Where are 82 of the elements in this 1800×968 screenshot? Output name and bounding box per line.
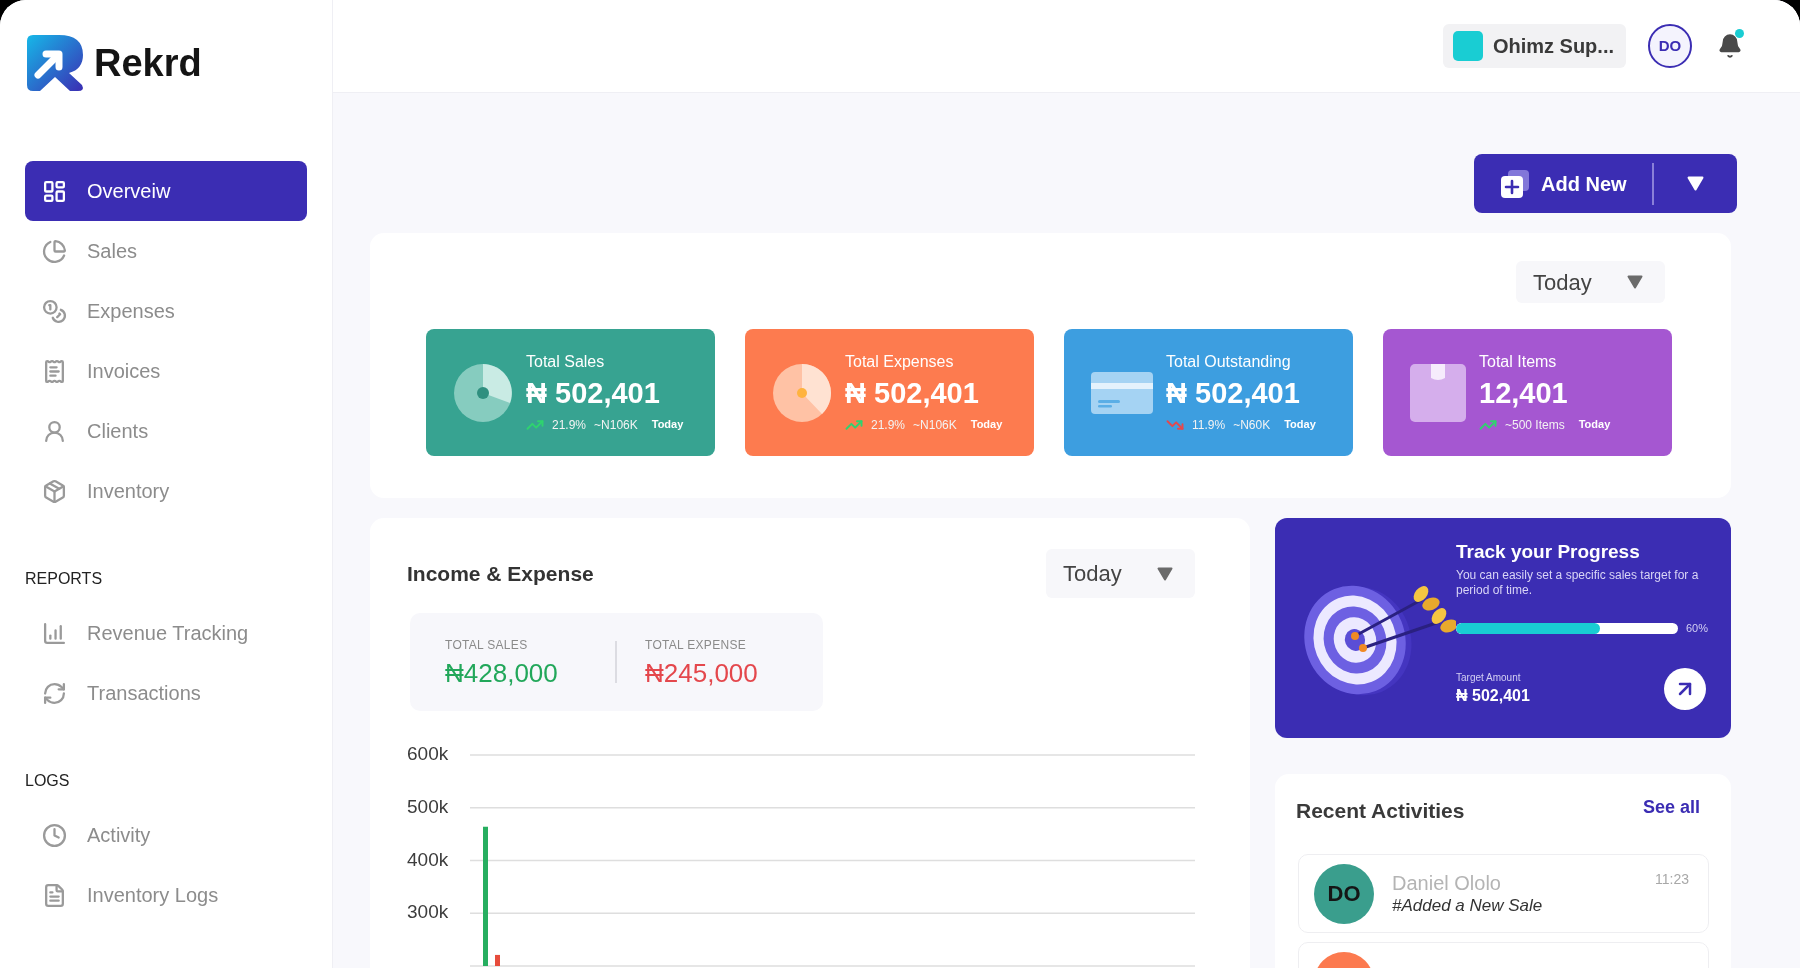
add-icon bbox=[1500, 168, 1530, 199]
target-value: ₦ 502,401 bbox=[1456, 686, 1530, 706]
nav-item[interactable]: Inventory Logs bbox=[25, 865, 307, 925]
period-dropdown[interactable]: Today bbox=[1046, 549, 1195, 598]
y-axis-label: 500k bbox=[407, 795, 449, 817]
workspace-logo-icon bbox=[1452, 31, 1483, 61]
package-icon bbox=[42, 478, 67, 504]
stat-title: Total Items bbox=[1479, 351, 1557, 372]
stat-value: ₦ 502,401 bbox=[845, 375, 979, 410]
bell-icon bbox=[1717, 33, 1743, 59]
period-dropdown[interactable]: Today bbox=[1516, 261, 1665, 303]
stat-title: Total Outstanding bbox=[1166, 351, 1291, 372]
summary-label: TOTAL SALES bbox=[445, 637, 528, 654]
nav-item[interactable]: Overveiw bbox=[25, 161, 307, 221]
action-text: #Added a New Sale bbox=[1392, 895, 1543, 916]
section-heading: REPORTS bbox=[25, 569, 103, 589]
receipt-icon bbox=[42, 358, 67, 384]
caret-icon bbox=[1627, 275, 1643, 289]
see-all-link[interactable]: See all bbox=[1642, 796, 1700, 818]
stat-change: 21.9% bbox=[552, 416, 587, 434]
stat-change: 11.9% bbox=[1192, 416, 1226, 434]
panel-title: Recent Activities bbox=[1296, 798, 1465, 824]
caret-icon bbox=[1687, 176, 1704, 191]
nav-item[interactable]: Transactions bbox=[25, 663, 307, 723]
chart-bar bbox=[495, 954, 500, 966]
progress-description: You can easily set a specific sales target for a period of time. bbox=[1456, 568, 1700, 598]
progress-percent: 60% bbox=[1686, 621, 1709, 636]
logo-icon bbox=[25, 33, 85, 93]
stat-period: Today bbox=[1284, 417, 1316, 433]
donut-chart-icon bbox=[453, 362, 513, 423]
user-avatar[interactable]: DO bbox=[1648, 24, 1692, 68]
stat-title: Total Sales bbox=[526, 351, 605, 372]
nav-item[interactable]: Revenue Tracking bbox=[25, 603, 307, 663]
stat-delta: ~500 Items bbox=[1505, 416, 1565, 434]
section-heading: LOGS bbox=[25, 771, 70, 791]
stat-value: 12,401 bbox=[1479, 375, 1568, 410]
y-axis-label: 400k bbox=[407, 848, 449, 870]
summary-label: TOTAL EXPENSE bbox=[645, 637, 747, 654]
add-new-button[interactable]: Add New bbox=[1474, 154, 1652, 213]
coins-icon bbox=[42, 298, 67, 324]
avatar: DO bbox=[1314, 863, 1374, 924]
clock-icon bbox=[42, 822, 67, 848]
open-target-button[interactable] bbox=[1664, 667, 1706, 710]
entry-time: 11:23 bbox=[1655, 870, 1689, 889]
stat-period: Today bbox=[970, 417, 1003, 433]
y-axis-label: 300k bbox=[407, 901, 449, 923]
add-new-menu-button[interactable] bbox=[1654, 154, 1737, 213]
document-icon bbox=[42, 882, 67, 908]
stat-change: 21.9% bbox=[871, 416, 906, 434]
stat-value: ₦ 502,401 bbox=[526, 375, 660, 410]
caret-icon bbox=[1157, 566, 1173, 581]
dashboard-icon bbox=[42, 178, 67, 204]
summary-value: ₦245,000 bbox=[645, 658, 758, 688]
box-icon bbox=[1410, 363, 1466, 422]
credit-card-icon bbox=[1091, 371, 1153, 414]
bar-chart-icon bbox=[42, 620, 67, 646]
panel-title: Income & Expense bbox=[407, 560, 594, 587]
refresh-icon bbox=[42, 680, 67, 706]
target-label: Target Amount bbox=[1456, 671, 1521, 684]
user-name: Daniel Ololo bbox=[1392, 871, 1501, 895]
stat-period: Today bbox=[651, 417, 684, 433]
nav-item[interactable]: Inventory bbox=[25, 461, 307, 521]
stat-value: ₦ 502,401 bbox=[1166, 375, 1300, 410]
nav-item[interactable]: Clients bbox=[25, 401, 307, 461]
stat-delta: ~N106K bbox=[913, 416, 957, 434]
nav-item[interactable]: Expenses bbox=[25, 281, 307, 341]
pie-chart-icon bbox=[42, 238, 67, 264]
stat-period: Today bbox=[1578, 417, 1611, 433]
nav-item[interactable]: Activity bbox=[25, 805, 307, 865]
progress-title: Track your Progress bbox=[1456, 540, 1640, 563]
nav-item[interactable]: Sales bbox=[25, 221, 307, 281]
stat-delta: ~N60K bbox=[1233, 416, 1271, 434]
feed-entry[interactable]: DO Daniel Ololo #Added a New Sale 11:23 bbox=[1298, 854, 1709, 933]
stat-title: Total Expenses bbox=[845, 351, 954, 372]
pie-chart-icon bbox=[772, 362, 832, 423]
workspace-switcher[interactable]: Ohimz Sup... bbox=[1442, 24, 1626, 68]
brand-name: Rekrd bbox=[94, 41, 202, 86]
y-axis-label: 600k bbox=[407, 743, 449, 764]
stat-delta: ~N106K bbox=[594, 416, 638, 434]
user-icon bbox=[42, 418, 67, 444]
nav-item[interactable]: Invoices bbox=[25, 341, 307, 401]
summary-value: ₦428,000 bbox=[445, 658, 558, 688]
